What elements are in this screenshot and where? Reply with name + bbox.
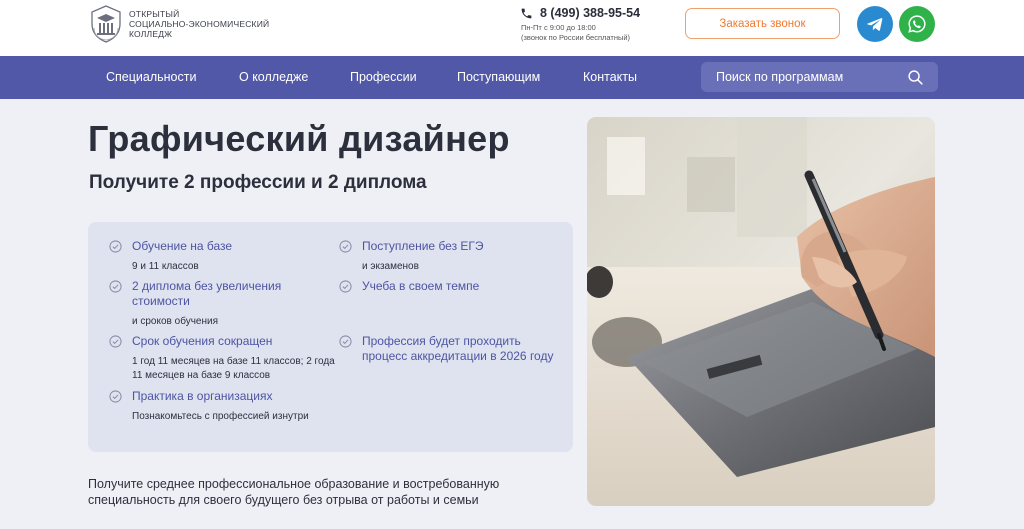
page-title: Графический дизайнер bbox=[88, 118, 510, 159]
contact-block: 8 (499) 388-95-54 Пн-Пт с 9:00 до 18:00 … bbox=[520, 6, 640, 43]
nav-item-professions[interactable]: Профессии bbox=[350, 56, 417, 99]
feature-title: Поступление без ЕГЭ bbox=[362, 239, 484, 253]
college-name-line: колледж bbox=[129, 29, 173, 39]
search-input[interactable] bbox=[716, 70, 901, 84]
feature-item: Поступление без ЕГЭ и экзаменов bbox=[339, 239, 554, 274]
telegram-icon bbox=[867, 18, 883, 31]
call-note: (звонок по России бесплатный) bbox=[521, 33, 631, 42]
feature-desc: 1 год 11 месяцев на базе 11 классов; 2 г… bbox=[132, 356, 335, 381]
designer-tablet-illustration bbox=[587, 117, 935, 506]
nav-item-applicants[interactable]: Поступающим bbox=[457, 56, 540, 99]
search-box bbox=[701, 62, 938, 92]
hero-description: Получите среднее профессиональное образо… bbox=[88, 477, 500, 507]
feature-desc: Познакомьтесь с профессией изнутри bbox=[132, 411, 309, 422]
whatsapp-button[interactable] bbox=[899, 6, 935, 42]
feature-title: Срок обучения сокращен bbox=[132, 334, 273, 348]
feature-desc: 9 и 11 классов bbox=[132, 261, 199, 272]
feature-item: Профессия будет проходить процесс аккред… bbox=[339, 334, 554, 364]
feature-title: Обучение на базе bbox=[132, 239, 233, 253]
feature-item: 2 диплома без увеличения стоимости и сро… bbox=[109, 279, 314, 329]
feature-item: Срок обучения сокращен 1 год 11 месяцев … bbox=[109, 334, 339, 383]
feature-title: Учеба в своем темпе bbox=[362, 279, 480, 293]
check-circle-icon bbox=[109, 390, 122, 403]
feature-desc: и сроков обучения bbox=[132, 316, 218, 327]
working-hours: Пн-Пт с 9:00 до 18:00 bbox=[521, 23, 596, 32]
college-name-line: социально-экономический bbox=[129, 19, 270, 29]
check-circle-icon bbox=[109, 280, 122, 293]
college-logo[interactable]: Открытый социально-экономический колледж bbox=[88, 4, 279, 44]
search-icon[interactable] bbox=[907, 69, 924, 86]
phone-icon bbox=[521, 8, 532, 18]
check-circle-icon bbox=[339, 335, 352, 348]
feature-item: Практика в организациях Познакомьтесь с … bbox=[109, 389, 309, 424]
check-circle-icon bbox=[109, 240, 122, 253]
page-subtitle: Получите 2 профессии и 2 диплома bbox=[89, 172, 427, 193]
check-circle-icon bbox=[339, 280, 352, 293]
nav-item-specialties[interactable]: Специальности bbox=[106, 56, 196, 99]
features-box: Обучение на базе 9 и 11 классов 2 диплом… bbox=[88, 222, 573, 452]
feature-title: 2 диплома без увеличения стоимости bbox=[132, 279, 282, 308]
feature-title: Практика в организациях bbox=[132, 389, 273, 403]
feature-desc: и экзаменов bbox=[362, 261, 419, 272]
feature-item: Учеба в своем темпе bbox=[339, 279, 554, 294]
hero-photo bbox=[587, 117, 935, 506]
phone-number[interactable]: 8 (499) 388-95-54 bbox=[540, 6, 640, 20]
feature-title: Профессия будет проходить процесс аккред… bbox=[362, 334, 554, 363]
order-call-button[interactable]: Заказать звонок bbox=[685, 8, 840, 39]
feature-item: Обучение на базе 9 и 11 классов bbox=[109, 239, 314, 274]
nav-item-contacts[interactable]: Контакты bbox=[583, 56, 637, 99]
check-circle-icon bbox=[339, 240, 352, 253]
college-name: Открытый социально-экономический колледж bbox=[129, 9, 279, 39]
nav-item-about[interactable]: О колледже bbox=[239, 56, 308, 99]
college-name-line: Открытый bbox=[129, 9, 180, 19]
site-header: Открытый социально-экономический колледж… bbox=[0, 0, 1024, 56]
college-emblem-icon bbox=[91, 5, 121, 43]
telegram-button[interactable] bbox=[857, 6, 893, 42]
main-navigation: Специальности О колледже Профессии Посту… bbox=[0, 56, 1024, 99]
whatsapp-icon bbox=[908, 15, 926, 33]
check-circle-icon bbox=[109, 335, 122, 348]
